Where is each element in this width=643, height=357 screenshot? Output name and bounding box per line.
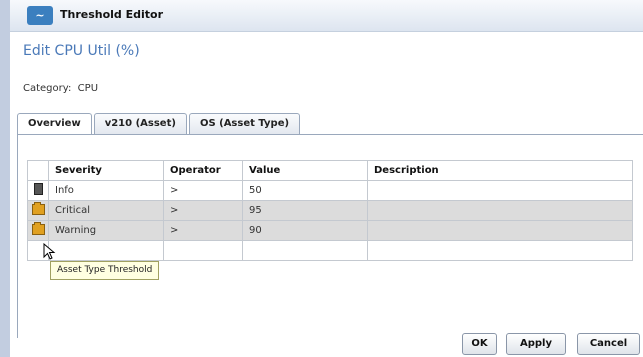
row-icon-cell [27, 200, 49, 221]
value-cell[interactable] [242, 240, 368, 261]
severity-cell[interactable]: Warning [48, 220, 164, 241]
severity-cell[interactable] [48, 240, 164, 261]
tab-overview[interactable]: Overview [17, 113, 92, 135]
severity-cell[interactable]: Info [48, 180, 164, 201]
description-cell[interactable] [367, 180, 633, 201]
icon-column-header [27, 160, 49, 181]
description-cell[interactable] [367, 240, 633, 261]
operator-cell[interactable]: > [163, 220, 243, 241]
threshold-table: Severity Operator Value Description Info… [27, 160, 633, 261]
description-cell[interactable] [367, 200, 633, 221]
folder-icon [31, 201, 45, 215]
table-row[interactable]: Warning > 90 [27, 220, 633, 241]
tab-os-asset-type[interactable]: OS (Asset Type) [188, 113, 301, 134]
row-icon-cell [27, 220, 49, 241]
table-header-row: Severity Operator Value Description [27, 160, 633, 181]
value-cell[interactable]: 90 [242, 220, 368, 241]
operator-cell[interactable] [163, 240, 243, 261]
app-logo-icon: ~ [27, 6, 53, 25]
value-cell[interactable]: 50 [242, 180, 368, 201]
tab-v210-asset[interactable]: v210 (Asset) [93, 113, 187, 134]
page-title: Edit CPU Util (%) [23, 43, 140, 59]
column-header-operator[interactable]: Operator [163, 160, 243, 181]
column-header-severity[interactable]: Severity [48, 160, 164, 181]
table-row[interactable] [27, 240, 633, 261]
title-bar[interactable]: ~ Threshold Editor × [10, 0, 643, 32]
table-row[interactable]: Info > 50 [27, 180, 633, 201]
column-header-description[interactable]: Description [367, 160, 633, 181]
category-label: Category: CPU [23, 83, 99, 94]
tooltip: Asset Type Threshold [50, 261, 160, 280]
severity-cell[interactable]: Critical [48, 200, 164, 221]
mouse-pointer-icon [43, 243, 56, 260]
column-header-value[interactable]: Value [242, 160, 368, 181]
table-row[interactable]: Critical > 95 [27, 200, 633, 221]
value-cell[interactable]: 95 [242, 200, 368, 221]
window-title: Threshold Editor [60, 8, 164, 21]
operator-cell[interactable]: > [163, 180, 243, 201]
apply-button[interactable]: Apply [506, 333, 566, 355]
folder-icon [31, 221, 45, 235]
row-icon-cell [27, 180, 49, 201]
description-cell[interactable] [367, 220, 633, 241]
cancel-button[interactable]: Cancel [577, 333, 640, 355]
operator-cell[interactable]: > [163, 200, 243, 221]
window-left-border [0, 0, 10, 357]
tab-bar: Overview v210 (Asset) OS (Asset Type) [17, 113, 302, 135]
document-icon [33, 183, 43, 195]
ok-button[interactable]: OK [462, 333, 497, 355]
